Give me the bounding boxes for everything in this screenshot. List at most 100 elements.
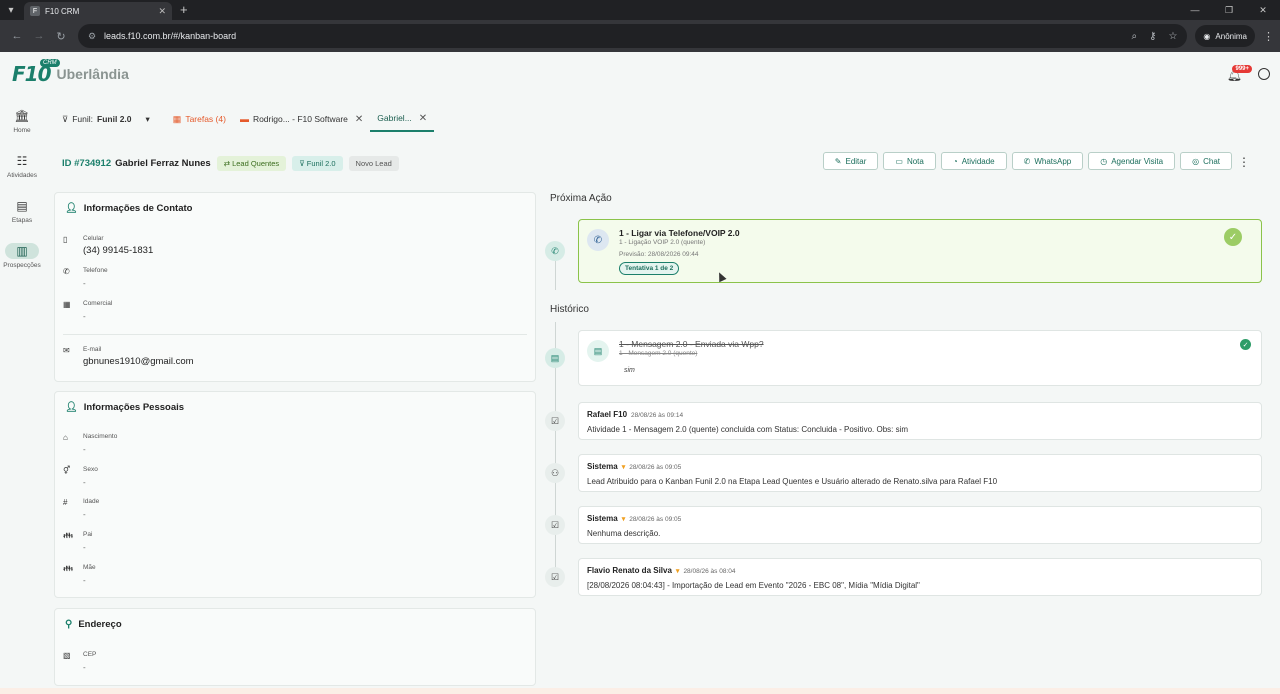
history-title: Histórico: [550, 304, 589, 315]
field-value[interactable]: gbnunes1910@gmail.com: [83, 356, 194, 367]
person-icon: 👤︎: [65, 402, 78, 413]
complete-check-icon[interactable]: ✓: [1224, 228, 1242, 246]
funnel-select-label: Funil:: [72, 114, 94, 124]
history-author: Rafael F10 28/08/26 às 09:14: [587, 410, 683, 419]
tab-tasks[interactable]: ▦ Tarefas (4): [166, 106, 233, 132]
contact-info-title-text: Informações de Contato: [83, 203, 193, 214]
history-entry: Sistema ▾ 28/08/26 às 09:05 Nenhuma descri…: [578, 506, 1262, 544]
sidebar-item-atividades[interactable]: ☷ Atividades: [0, 153, 44, 179]
whatsapp-button[interactable]: ✆ WhatsApp: [1011, 152, 1084, 170]
stages-icon: ▤: [16, 199, 28, 213]
columns-icon: ▥: [5, 243, 39, 259]
history-desc: Atividade 1 - Mensagem 2.0 (quente) conc…: [587, 425, 909, 434]
field-value: -: [83, 478, 86, 487]
activity-button[interactable]: ◔ Atividade: [940, 152, 1007, 170]
completed-activity-subtitle: 1 - Mensagem 2.0 (quente): [619, 350, 698, 357]
address-bar[interactable]: ⚙ leads.f10.com.br/#/kanban-board ⌕ ⚷ ☆: [77, 24, 1188, 48]
browser-menu-icon[interactable]: ⋮: [1263, 30, 1274, 43]
status-chip[interactable]: Novo Lead: [348, 155, 399, 171]
incognito-indicator[interactable]: ◉ Anônima: [1195, 25, 1255, 47]
filter-icon: ⊽: [62, 113, 69, 124]
reload-icon[interactable]: ↻: [50, 30, 72, 43]
pin-icon: ▾: [675, 568, 680, 575]
funnel-chip[interactable]: ⊽ Funil 2.0: [292, 155, 343, 171]
tab-gabriel[interactable]: Gabriel... ✕: [370, 106, 435, 132]
activity-icon: ◔: [952, 156, 958, 166]
close-window-icon[interactable]: ✕: [1246, 0, 1280, 20]
history-author: Sistema ▾ 28/08/26 às 09:05: [587, 462, 681, 471]
close-tab-rodrigo-icon[interactable]: ✕: [355, 114, 363, 125]
lead-actions: ✎ Editar ▭ Nota ◔ Atividade ✆ WhatsApp ◷ Agen…: [822, 152, 1232, 170]
pin-icon: ▾: [621, 516, 626, 523]
calendar-icon: ▦: [172, 113, 182, 124]
field-value[interactable]: (34) 99145-1831: [83, 245, 153, 256]
maximize-icon[interactable]: ❐: [1212, 0, 1246, 20]
new-tab-button[interactable]: +: [180, 0, 188, 20]
funnel-chip-label: Funil 2.0: [306, 158, 336, 168]
next-action-card[interactable]: ✆ 1 - Ligar via Telefone/VOIP 2.0 1 - Li…: [578, 219, 1262, 283]
field-value: -: [83, 279, 86, 288]
site-info-icon[interactable]: ⚙: [88, 31, 96, 42]
history-desc: Nenhuma descrição.: [587, 529, 661, 538]
author-name: Flavio Renato da Silva: [587, 566, 672, 575]
tab-search-icon[interactable]: ▾: [0, 0, 22, 20]
history-completed-activity[interactable]: ▤ 1 - Mensagem 2.0 - Enviada via Wpp? 1 …: [578, 330, 1262, 386]
favicon-icon: F: [30, 6, 40, 16]
more-options-icon[interactable]: ⋮: [1238, 155, 1250, 169]
zoom-icon[interactable]: ⌕: [1132, 31, 1138, 42]
schedule-visit-button[interactable]: ◷ Agendar Visita: [1088, 152, 1176, 170]
note-button-label: Nota: [906, 156, 924, 166]
author-name: Rafael F10: [587, 410, 628, 419]
chevron-down-icon: ▾: [145, 113, 150, 124]
note-icon: ▭: [895, 156, 903, 166]
sidebar-item-home[interactable]: 🏛︎ Home: [0, 108, 44, 134]
next-action-name: 1 - Ligar via Telefone/VOIP 2.0: [619, 228, 740, 238]
funnel-select-value: Funil 2.0: [97, 114, 132, 124]
bottom-strip: [0, 688, 1280, 694]
history-time: 28/08/26 às 09:14: [631, 412, 684, 419]
history-time: 28/08/26 às 08:04: [683, 568, 736, 575]
attempt-pill: Tentativa 1 de 2: [619, 262, 680, 275]
window-controls: — ❐ ✕: [1178, 0, 1280, 20]
next-action-subtitle: 1 - Ligação VOIP 2.0 (quente): [619, 239, 706, 246]
password-key-icon[interactable]: ⚷: [1149, 31, 1156, 42]
mail-icon: ✉: [63, 346, 70, 355]
completed-activity-obs: sim: [624, 367, 635, 374]
close-tab-gabriel-icon[interactable]: ✕: [419, 113, 427, 124]
stage-chip[interactable]: ⇄ Lead Quentes: [216, 155, 287, 171]
edit-button[interactable]: ✎ Editar: [822, 152, 879, 170]
incognito-icon: ◉: [1203, 31, 1211, 41]
browser-tab[interactable]: F F10 CRM ✕: [24, 2, 172, 20]
bookmark-star-icon[interactable]: ☆: [1168, 31, 1177, 42]
lead-id: ID #734912: [62, 157, 112, 169]
family-icon: 👪︎: [63, 531, 74, 540]
cake-icon: ⌂: [63, 433, 68, 442]
edit-button-label: Editar: [845, 156, 867, 166]
stage-chip-label: Lead Quentes: [232, 158, 280, 168]
user-account-icon[interactable]: [1258, 68, 1270, 80]
back-icon[interactable]: ←: [6, 30, 28, 42]
tab-rodrigo[interactable]: ▬ Rodrigo... - F10 Software ✕: [233, 106, 370, 132]
next-action-forecast: Previsão: 28/08/2026 09:44: [619, 251, 699, 258]
contact-info-title: 👤︎ Informações de Contato: [65, 203, 192, 214]
note-button[interactable]: ▭ Nota: [883, 152, 936, 170]
forward-icon[interactable]: →: [28, 30, 50, 42]
minimize-icon[interactable]: —: [1178, 0, 1212, 20]
address-card: ⚲ Endereço ▧ CEP -: [54, 608, 536, 686]
author-name: Sistema: [587, 514, 618, 523]
sidebar-item-etapas[interactable]: ▤ Etapas: [0, 198, 44, 224]
field-value: -: [83, 312, 86, 321]
sidebar: 🏛︎ Home ☷ Atividades ▤ Etapas ▥ Prospecç…: [0, 96, 44, 694]
field-label: Mãe: [83, 564, 96, 571]
browser-tab-title: F10 CRM: [45, 6, 80, 16]
field-value: -: [83, 543, 86, 552]
chat-button[interactable]: ◎ Chat: [1180, 152, 1232, 170]
clock-icon: ◷: [1100, 156, 1108, 166]
app-logo[interactable]: F10 CRM Uberlândia: [12, 59, 129, 86]
person-icon: 👤︎: [65, 203, 78, 214]
sidebar-item-prospeccoes[interactable]: ▥ Prospecções: [0, 243, 44, 269]
person-add-icon: ⚇: [545, 463, 565, 483]
close-tab-icon[interactable]: ✕: [158, 6, 166, 17]
sidebar-item-label: Prospecções: [3, 262, 41, 269]
funnel-select[interactable]: ⊽ Funil: Funil 2.0 ▾: [54, 114, 158, 125]
